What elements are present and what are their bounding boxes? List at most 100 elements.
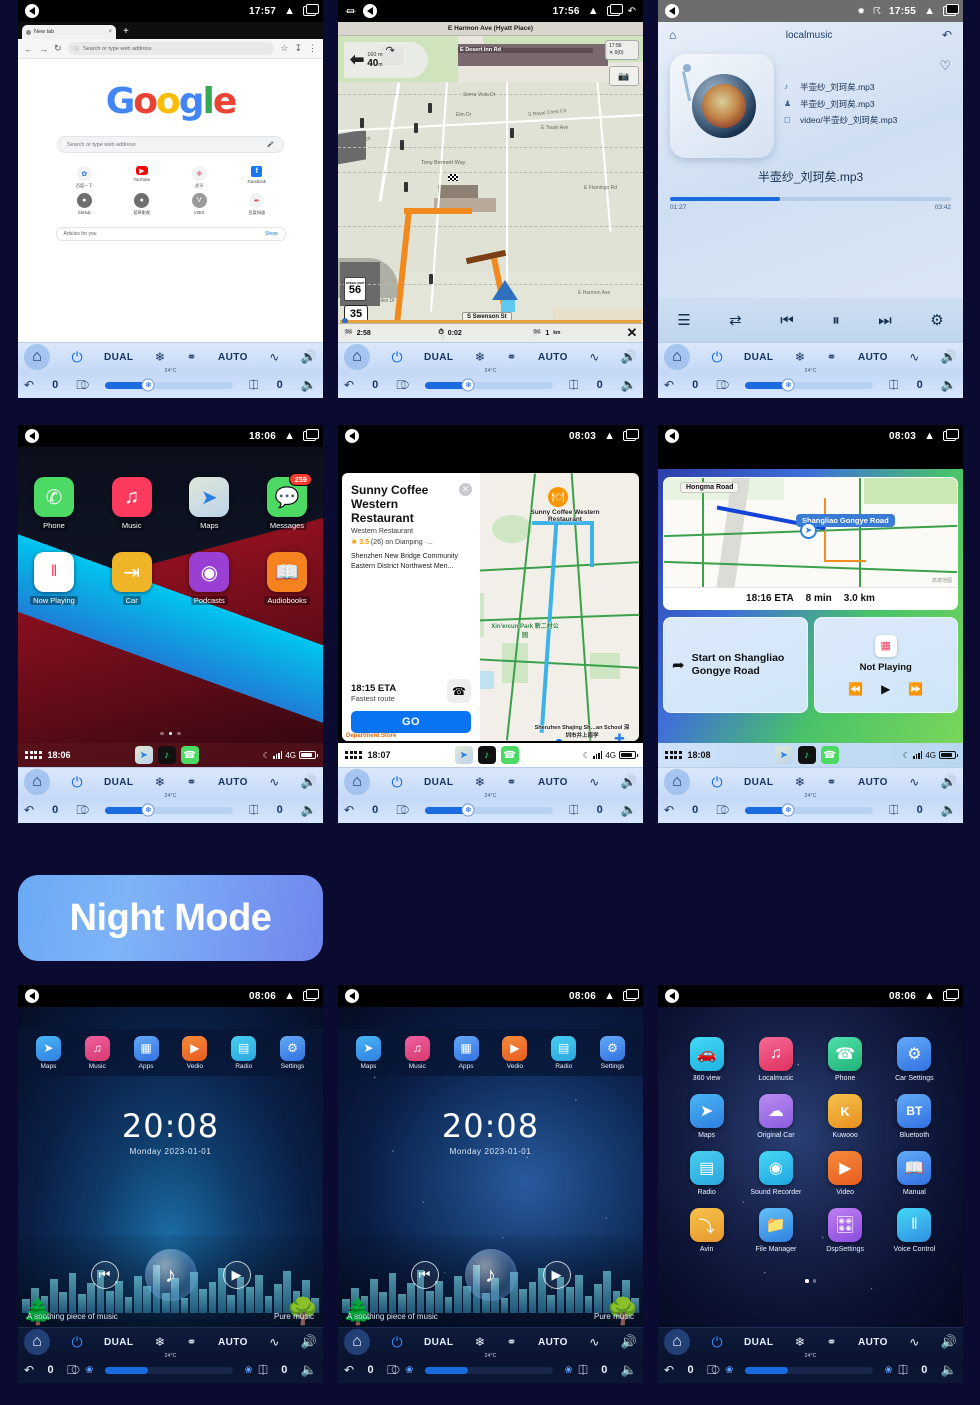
chevron-up-icon[interactable]: ▲ (284, 990, 295, 1002)
auto-button[interactable]: AUTO (858, 352, 888, 363)
nav-map[interactable]: E Harmon Ave (Hyatt Place) E Desert Inn … (338, 22, 643, 342)
auto-button[interactable]: AUTO (538, 777, 568, 788)
left-temp[interactable]: 0 (364, 804, 386, 816)
recents-icon[interactable] (303, 989, 319, 1001)
right-temp[interactable]: 0 (589, 804, 611, 816)
home-icon[interactable]: ⌂ (24, 769, 50, 795)
nav-remaining-time[interactable]: ⏱ 0:02 (432, 329, 526, 337)
app-music[interactable]: ♫ Music (110, 477, 154, 530)
back-arrow-icon[interactable]: ↶ (664, 803, 674, 817)
volume-down-icon[interactable]: 🔈 (621, 802, 637, 818)
home-icon[interactable]: ⌂ (664, 1329, 690, 1355)
chevron-up-icon[interactable]: ▲ (604, 990, 615, 1002)
page-dot-active[interactable] (805, 1279, 809, 1283)
right-temp[interactable]: 0 (593, 1364, 615, 1376)
rewind-icon[interactable]: ⏪ (848, 682, 863, 696)
app-localmusic[interactable]: ♫ Localmusic (741, 1037, 810, 1082)
seat-heat-icon[interactable]: ⎅ (249, 378, 259, 393)
app-file-manager[interactable]: 📁 File Manager (741, 1208, 810, 1253)
fan-slider[interactable]: ❄ (744, 378, 873, 392)
fast-forward-icon[interactable]: ⏩ (908, 682, 923, 696)
back-arrow-icon[interactable]: ↶ (664, 378, 674, 392)
volume-down-icon[interactable]: 🔈 (301, 802, 317, 818)
right-temp[interactable]: 0 (589, 379, 611, 391)
power-icon[interactable]: ⏻ (711, 774, 722, 791)
page-dot[interactable] (160, 731, 164, 735)
fan-high-icon[interactable]: ❀ (884, 1365, 892, 1376)
seat-icon[interactable]: ⎄ (76, 803, 89, 818)
page-dot[interactable] (177, 731, 181, 735)
app-maps[interactable]: ➤ Maps (672, 1094, 741, 1139)
music-app-icon[interactable]: ♪ (797, 746, 816, 764)
pause-icon[interactable]: ♪ (144, 1249, 197, 1301)
now-playing-card[interactable]: ▦ Not Playing ⏪ ▶ ⏩ (813, 617, 958, 713)
fan-low-icon[interactable]: ❀ (725, 1365, 733, 1376)
maps-icon[interactable]: ➤ (774, 746, 793, 764)
new-tab-button[interactable]: + (123, 27, 129, 39)
auto-button[interactable]: AUTO (858, 777, 888, 788)
fan-slider-knob[interactable]: ❄ (461, 803, 475, 817)
shortcut-tile[interactable]: f Facebook (228, 166, 286, 189)
auto-button[interactable]: AUTO (218, 352, 248, 363)
seat-heat-icon[interactable]: ⎅ (258, 1363, 268, 1378)
dual-button[interactable]: DUAL (104, 352, 133, 363)
seat-icon[interactable]: ⎄ (396, 803, 409, 818)
maps-icon[interactable]: ➤ (454, 746, 473, 764)
volume-down-icon[interactable]: 🔈 (941, 802, 957, 818)
app-maps[interactable]: ➤ Maps (187, 477, 231, 530)
next-icon[interactable]: ⏭ (878, 312, 892, 329)
rear-defrost-icon[interactable]: ⚭ (826, 775, 836, 789)
app-apps[interactable]: ▦ Apps (127, 1035, 165, 1070)
phone-icon[interactable]: ☎ (820, 746, 839, 764)
app-phone[interactable]: ☎ Phone (811, 1037, 880, 1082)
forward-icon[interactable]: → (39, 44, 48, 54)
volume-up-icon[interactable]: 🔊 (621, 774, 637, 790)
star-icon[interactable]: ☆ (280, 43, 288, 54)
app-dsp-settings[interactable]: 🎛 DspSettings (811, 1208, 880, 1253)
back-arrow-icon[interactable]: ↶ (344, 378, 354, 392)
chevron-up-icon[interactable]: ▲ (604, 430, 615, 442)
seat-icon[interactable]: ⎄ (716, 803, 729, 818)
right-temp[interactable]: 0 (273, 1364, 295, 1376)
seat-icon[interactable]: ⎄ (707, 1363, 720, 1378)
progress-bar[interactable] (670, 197, 951, 201)
chevron-up-icon[interactable]: ▲ (924, 5, 935, 17)
app-phone[interactable]: ✆ Phone (32, 477, 76, 530)
airflow-icon[interactable]: ∿ (589, 350, 599, 364)
right-temp[interactable]: 0 (909, 379, 931, 391)
rear-defrost-icon[interactable]: ⚭ (186, 775, 196, 789)
back-icon[interactable] (665, 989, 679, 1003)
close-icon[interactable]: × (108, 29, 112, 35)
fan-slider[interactable]: ❄ (424, 803, 553, 817)
seat-icon[interactable]: ⎄ (76, 378, 89, 393)
go-button[interactable]: GO (351, 711, 471, 733)
recents-icon[interactable] (943, 429, 959, 441)
fan-slider-knob[interactable]: ❄ (141, 803, 155, 817)
shortcut-tile[interactable]: ✒ 百度知道 (228, 193, 286, 216)
left-temp[interactable]: 0 (40, 1364, 62, 1376)
volume-down-icon[interactable]: 🔈 (301, 377, 317, 393)
app-sound-recorder[interactable]: ◉ Sound Recorder (741, 1151, 810, 1196)
app-music[interactable]: ♫ Music (398, 1035, 436, 1070)
equalizer-icon[interactable]: ⚙ (930, 311, 943, 329)
fan-slider-knob[interactable]: ❄ (781, 378, 795, 392)
auto-button[interactable]: AUTO (218, 777, 248, 788)
phone-icon[interactable]: ☎ (180, 746, 199, 764)
app-settings[interactable]: ⚙ Settings (274, 1035, 312, 1070)
snowflake-icon[interactable]: ❄ (795, 350, 805, 364)
volume-down-icon[interactable]: 🔈 (941, 377, 957, 393)
nav-eta[interactable]: 🏁 2:58 (338, 329, 432, 338)
back-icon[interactable] (345, 989, 359, 1003)
seat-heat-icon[interactable]: ⎅ (578, 1363, 588, 1378)
back-icon[interactable] (25, 4, 39, 18)
shortcut-tile[interactable]: ❄ 虎牙 (171, 166, 229, 189)
place-pin-icon[interactable]: 🍽 (548, 487, 568, 507)
app-radio[interactable]: ▤ Radio (225, 1035, 263, 1070)
previous-icon[interactable]: ⏮ (410, 1261, 439, 1289)
airflow-icon[interactable]: ∿ (909, 1335, 919, 1349)
fan-slider[interactable] (104, 1366, 233, 1374)
power-icon[interactable]: ⏻ (71, 349, 82, 366)
airflow-icon[interactable]: ∿ (909, 350, 919, 364)
left-temp[interactable]: 0 (44, 804, 66, 816)
volume-up-icon[interactable]: 🔊 (301, 1334, 317, 1350)
